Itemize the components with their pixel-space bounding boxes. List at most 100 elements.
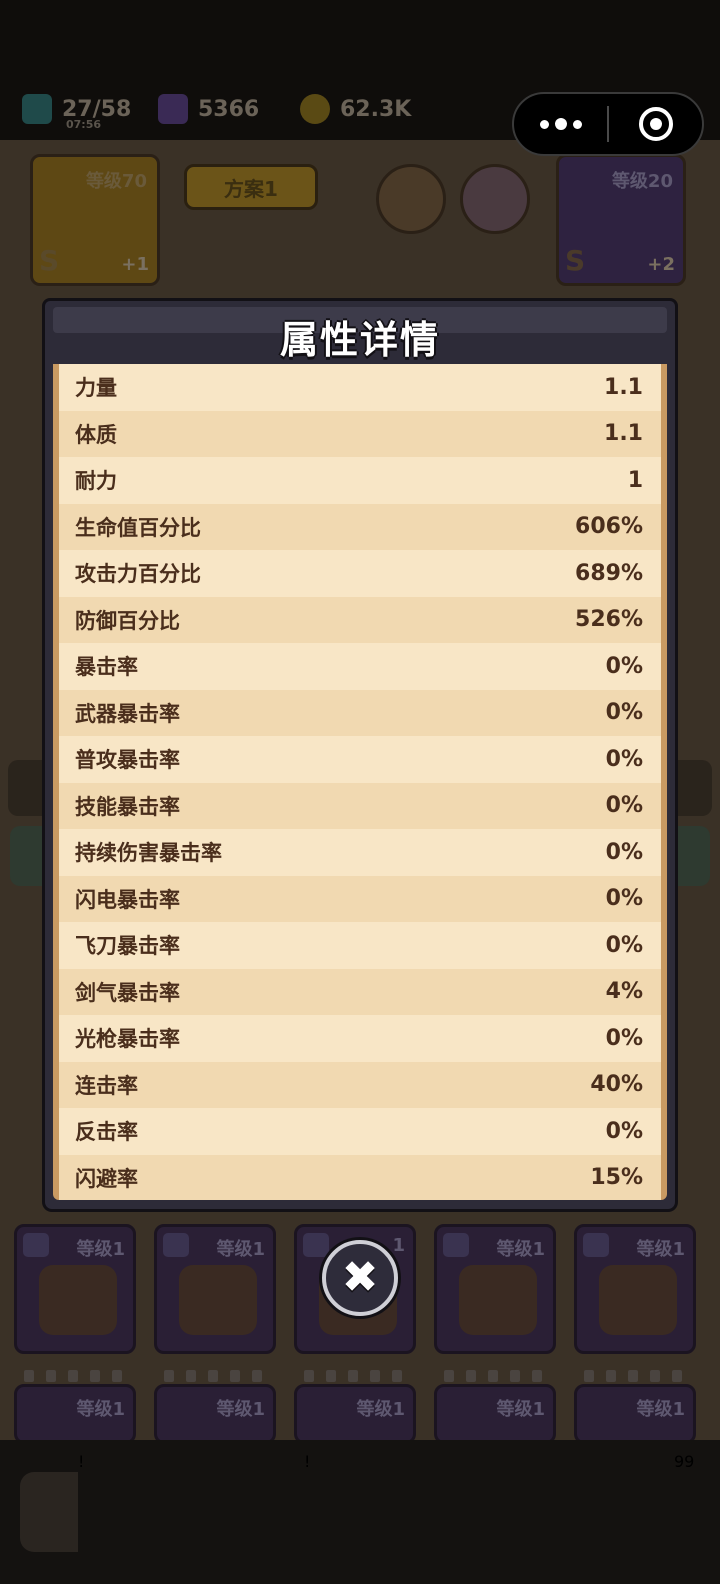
inventory-slot[interactable]: 等级1 <box>154 1224 276 1354</box>
attribute-value: 0% <box>605 700 643 726</box>
attribute-row: 剑气暴击率 4% <box>59 968 661 1015</box>
attribute-row: 飞刀暴击率 0% <box>59 922 661 969</box>
gold-coin-icon <box>300 94 330 124</box>
energy-icon <box>22 94 52 124</box>
inventory-slot[interactable]: 等级1 <box>294 1384 416 1444</box>
attribute-value: 0% <box>605 746 643 772</box>
pet-slot-1[interactable] <box>376 164 446 234</box>
inventory-slot[interactable]: 等级1 <box>574 1384 696 1444</box>
attribute-label: 防御百分比 <box>75 608 180 633</box>
attribute-value: 0% <box>605 793 643 819</box>
attribute-label: 生命值百分比 <box>75 515 201 540</box>
inventory-slot[interactable]: 等级1 <box>154 1384 276 1444</box>
attribute-row: 武器暴击率 0% <box>59 689 661 736</box>
energy-resource[interactable]: 27/58 07:56 <box>22 92 131 131</box>
attribute-row: 闪电暴击率 0% <box>59 875 661 922</box>
attribute-list: 力量 1.1 体质 1.1 耐力 1 生命值百分比 606% 攻击力百分比 689% 防御… <box>59 364 661 1200</box>
attribute-label: 反击率 <box>75 1120 138 1145</box>
attribute-value: 1 <box>627 467 643 493</box>
attribute-list-panel[interactable]: 力量 1.1 体质 1.1 耐力 1 生命值百分比 606% 攻击力百分比 689% 防御… <box>53 364 667 1200</box>
inventory-slot[interactable]: 等级1 <box>434 1384 556 1444</box>
inventory-slot[interactable]: 等级1 <box>574 1224 696 1354</box>
attribute-label: 力量 <box>75 376 117 401</box>
inventory-slot[interactable]: 等级1 <box>434 1224 556 1354</box>
armor-slot-rank: S <box>565 244 586 277</box>
attribute-row: 生命值百分比 606% <box>59 503 661 550</box>
armor-slot[interactable]: 等级20 S +2 <box>556 154 686 286</box>
ring-type-icon <box>583 1233 609 1257</box>
inventory-slot-level: 等级1 <box>636 1399 685 1420</box>
attribute-row: 技能暴击率 0% <box>59 782 661 829</box>
attribute-value: 0% <box>605 839 643 865</box>
attribute-label: 武器暴击率 <box>75 701 180 726</box>
modal-header: 属性详情 <box>42 298 678 368</box>
inventory-slot-level: 等级1 <box>636 1239 685 1260</box>
modal-close-button[interactable]: ✖ <box>322 1240 398 1316</box>
attribute-value: 0% <box>605 1118 643 1144</box>
more-dots-icon[interactable] <box>514 94 607 154</box>
attribute-row: 暴击率 0% <box>59 643 661 690</box>
attribute-value: 15% <box>590 1165 643 1191</box>
gem-value: 5366 <box>198 96 260 122</box>
inventory-slot-level: 等级1 <box>216 1239 265 1260</box>
attribute-value: 4% <box>605 979 643 1005</box>
armor-type-icon <box>23 1233 49 1257</box>
attribute-value: 606% <box>575 514 643 540</box>
attribute-label: 普攻暴击率 <box>75 748 180 773</box>
target-circle-icon <box>638 107 673 141</box>
inventory-slot[interactable]: 等级1 <box>14 1224 136 1354</box>
app-root: 27/58 07:56 5366 62.3K 等级70 S +1 方案1 等级2… <box>0 0 720 1584</box>
item-image <box>599 1265 677 1335</box>
inventory-slot-level: 等级1 <box>496 1399 545 1420</box>
attribute-row: 力量 1.1 <box>59 364 661 411</box>
attribute-value: 40% <box>590 1072 643 1098</box>
attribute-value: 1.1 <box>604 421 643 447</box>
attribute-row: 耐力 1 <box>59 457 661 504</box>
armor-type-icon <box>443 1233 469 1257</box>
inventory-slot-level: 等级1 <box>356 1399 405 1420</box>
item-image <box>459 1265 537 1335</box>
lock-row <box>304 1370 402 1384</box>
attribute-label: 暴击率 <box>75 655 138 680</box>
attribute-value: 0% <box>605 1025 643 1051</box>
attribute-label: 体质 <box>75 422 117 447</box>
modal-title: 属性详情 <box>279 318 440 362</box>
attribute-details-modal: 属性详情 力量 1.1 体质 1.1 耐力 1 生命值百分比 606% 攻击力百分比 68… <box>42 298 678 1212</box>
close-x-icon: ✖ <box>341 1252 379 1303</box>
capsule-close-button[interactable] <box>609 94 702 154</box>
attribute-label: 光枪暴击率 <box>75 1027 180 1052</box>
attribute-label: 技能暴击率 <box>75 794 180 819</box>
gem-resource[interactable]: 5366 <box>158 92 259 126</box>
lock-row <box>584 1370 682 1384</box>
armor-type-icon <box>163 1233 189 1257</box>
armor-slot-level: 等级20 <box>611 171 673 192</box>
attribute-row: 防御百分比 526% <box>59 596 661 643</box>
weapon-slot-level: 等级70 <box>85 171 147 192</box>
attribute-label: 攻击力百分比 <box>75 562 201 587</box>
gem-icon <box>158 94 188 124</box>
attribute-value: 0% <box>605 932 643 958</box>
inventory-slot-level: 等级1 <box>76 1399 125 1420</box>
lock-row <box>164 1370 262 1384</box>
attribute-label: 闪电暴击率 <box>75 887 180 912</box>
attribute-value: 526% <box>575 607 643 633</box>
energy-timer: 07:56 <box>66 118 102 131</box>
attribute-row: 普攻暴击率 0% <box>59 736 661 783</box>
item-image <box>39 1265 117 1335</box>
pet-slot-2[interactable] <box>460 164 530 234</box>
plan-switch-button[interactable]: 方案1 <box>184 164 318 210</box>
attribute-row: 攻击力百分比 689% <box>59 550 661 597</box>
attribute-value: 689% <box>575 560 643 586</box>
attribute-label: 持续伤害暴击率 <box>75 841 222 866</box>
attribute-row: 持续伤害暴击率 0% <box>59 829 661 876</box>
inventory-slot[interactable]: 等级1 <box>14 1384 136 1444</box>
weapon-slot-plus: +1 <box>121 254 149 275</box>
weapon-slot-rank: S <box>39 244 60 277</box>
attribute-row: 闪避率 15% <box>59 1154 661 1200</box>
chest-count: 99 <box>674 1452 695 1471</box>
attribute-row: 反击率 0% <box>59 1108 661 1155</box>
weapon-slot[interactable]: 等级70 S +1 <box>30 154 160 286</box>
gold-resource[interactable]: 62.3K <box>300 92 411 126</box>
attribute-row: 体质 1.1 <box>59 410 661 457</box>
lock-row <box>24 1370 122 1384</box>
